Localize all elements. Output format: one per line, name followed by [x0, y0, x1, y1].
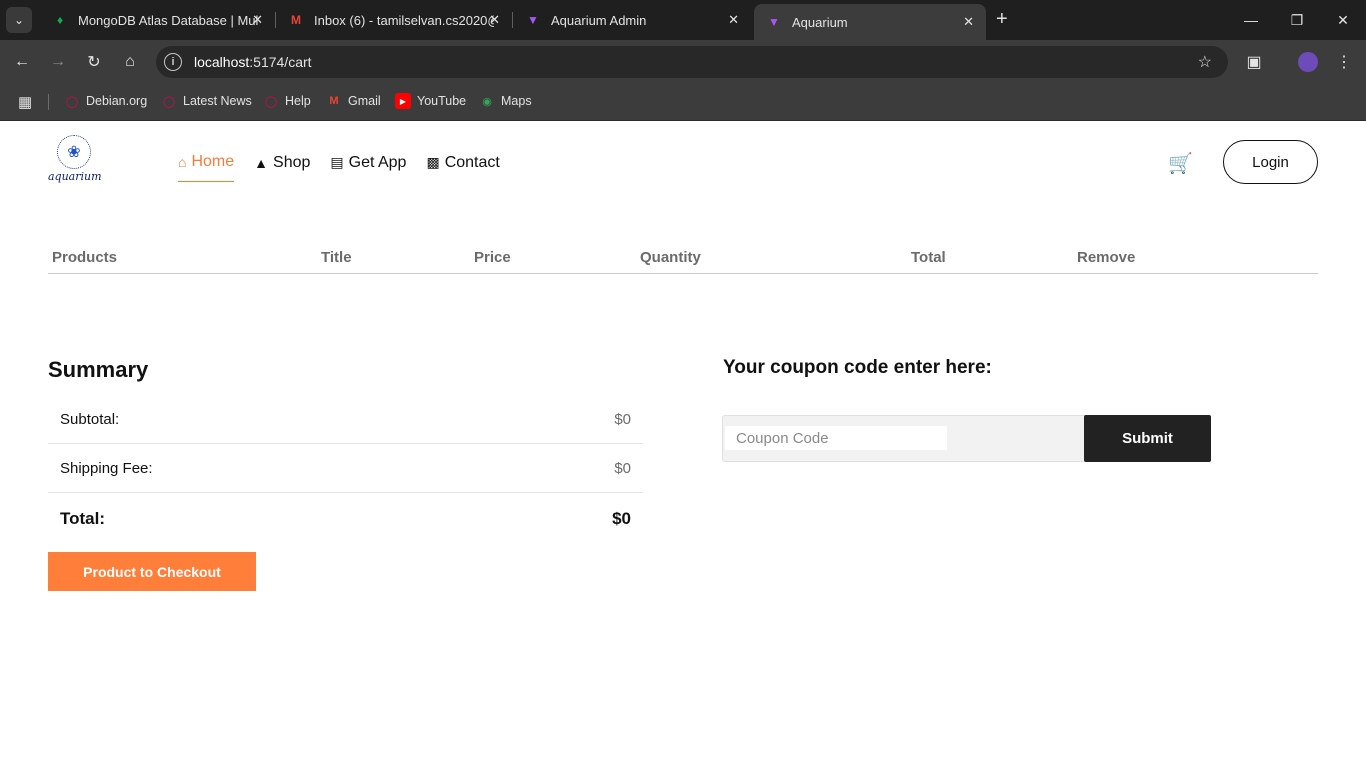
debian-icon: ◯ [65, 95, 79, 108]
nav-label: Home [191, 153, 235, 170]
contact-icon: ▩ [426, 154, 440, 170]
new-tab-plus-icon[interactable]: + [996, 8, 1008, 31]
back-arrow-icon[interactable]: ← [10, 50, 34, 74]
bookmark-star-icon[interactable]: ☆ [1198, 52, 1212, 72]
nav-home[interactable]: ⌂ Home [178, 153, 235, 182]
url-host: localhost [194, 54, 250, 70]
youtube-icon: ▶ [395, 93, 411, 109]
bookmark-label: Maps [501, 94, 532, 108]
url-path: :5174/cart [249, 54, 312, 70]
menu-kebab-icon[interactable]: ⋮ [1332, 50, 1356, 74]
window-controls: — ❐ ✕ [1228, 0, 1366, 40]
bookmark-label: Gmail [348, 94, 381, 108]
bookmark-label: Latest News [183, 94, 252, 108]
browser-toolbar: ← → ↻ ⌂ i localhost:5174/cart ☆ ▣ ⋮ [0, 40, 1366, 84]
checkout-button[interactable]: Product to Checkout [48, 552, 256, 591]
summary-title: Summary [48, 357, 149, 382]
column-price: Price [474, 249, 511, 266]
nav-get-app[interactable]: ▤ Get App [330, 153, 406, 182]
vite-icon: ▼ [527, 13, 539, 27]
minimize-icon[interactable]: — [1228, 0, 1274, 40]
bookmark-label: Debian.org [86, 94, 148, 108]
apps-grid-icon[interactable]: ▦ [18, 93, 32, 111]
extensions-puzzle-icon[interactable]: ▣ [1242, 50, 1266, 74]
login-button[interactable]: Login [1223, 140, 1318, 184]
bookmark-latest-news[interactable]: ◯ Latest News [161, 93, 252, 109]
bookmarks-divider [48, 94, 49, 110]
profile-avatar-icon[interactable] [1296, 50, 1320, 74]
tab-search-chevron-icon[interactable]: ⌄ [6, 7, 32, 33]
tab-mongodb[interactable]: ♦ MongoDB Atlas Database | Mul ✕ [40, 0, 275, 40]
restore-icon[interactable]: ❐ [1274, 0, 1320, 40]
subtotal-label: Subtotal: [60, 411, 120, 428]
address-bar[interactable]: i localhost:5174/cart ☆ [156, 46, 1228, 78]
close-window-icon[interactable]: ✕ [1320, 0, 1366, 40]
nav-shop[interactable]: ▲ Shop [254, 153, 310, 182]
bookmark-maps[interactable]: ◉ Maps [479, 93, 532, 109]
main-nav: ⌂ Home ▲ Shop ▤ Get App ▩ Contact [178, 153, 520, 182]
coupon-field-container [722, 415, 1086, 462]
tab-title: Aquarium [792, 14, 848, 30]
bookmark-gmail[interactable]: M Gmail [326, 93, 381, 109]
subtotal-value: $0 [614, 411, 631, 428]
close-icon[interactable]: ✕ [963, 14, 974, 30]
browser-tab-bar: ⌄ ♦ MongoDB Atlas Database | Mul ✕ M Inb… [0, 0, 1366, 40]
fish-icon: ❀ [57, 135, 91, 169]
nav-label: Shop [273, 153, 311, 171]
logo-text: aquarium [48, 170, 102, 183]
column-total: Total [911, 249, 946, 266]
tab-title: Inbox (6) - tamilselvan.cs2020@ [314, 12, 494, 28]
gmail-icon: M [291, 13, 301, 27]
column-title: Title [321, 249, 352, 266]
home-icon[interactable]: ⌂ [118, 50, 142, 74]
total-label: Total: [60, 509, 106, 528]
home-icon: ⌂ [178, 154, 187, 170]
shapes-icon: ▲ [254, 154, 269, 171]
bookmarks-bar: ▦ ◯ Debian.org ◯ Latest News ◯ Help M Gm… [0, 84, 1366, 121]
close-icon[interactable]: ✕ [728, 12, 739, 28]
cart-page: ❀ aquarium ⌂ Home ▲ Shop ▤ Get App ▩ Con… [0, 121, 1366, 768]
nav-label: Get App [348, 153, 407, 171]
reload-icon[interactable]: ↻ [82, 50, 106, 74]
column-remove: Remove [1077, 249, 1136, 266]
nav-label: Contact [444, 153, 500, 171]
cart-table-header: Products Title Price Quantity Total Remo… [48, 247, 1318, 274]
shipping-value: $0 [614, 460, 631, 477]
gmail-icon: M [329, 95, 339, 107]
tab-aquarium[interactable]: ▼ Aquarium ✕ [754, 4, 986, 40]
bookmark-youtube[interactable]: ▶ YouTube [395, 93, 466, 109]
maps-icon: ◉ [482, 95, 492, 108]
site-info-icon[interactable]: i [164, 53, 182, 71]
tab-title: MongoDB Atlas Database | Mul [78, 12, 258, 28]
close-icon[interactable]: ✕ [489, 12, 500, 28]
debian-icon: ◯ [264, 95, 278, 108]
total-row: Total: $0 [48, 493, 643, 542]
vite-icon: ▼ [768, 15, 780, 29]
cart-basket-icon[interactable]: 🛒 [1168, 151, 1193, 176]
coupon-title: Your coupon code enter here: [723, 357, 992, 378]
url-text: localhost:5174/cart [194, 54, 312, 70]
coupon-code-input[interactable] [725, 426, 947, 450]
close-icon[interactable]: ✕ [252, 12, 263, 28]
shipping-label: Shipping Fee: [60, 460, 153, 477]
column-quantity: Quantity [640, 249, 701, 266]
bookmark-label: YouTube [417, 94, 467, 108]
column-products: Products [52, 249, 118, 266]
shipping-row: Shipping Fee: $0 [48, 444, 643, 493]
coupon-submit-button[interactable]: Submit [1084, 415, 1211, 462]
bookmark-debian[interactable]: ◯ Debian.org [64, 93, 147, 109]
total-value: $0 [612, 509, 631, 528]
bookmark-help[interactable]: ◯ Help [263, 93, 311, 109]
subtotal-row: Subtotal: $0 [48, 395, 643, 444]
mongodb-leaf-icon: ♦ [56, 13, 64, 27]
tab-aquarium-admin[interactable]: ▼ Aquarium Admin ✕ [513, 0, 751, 40]
tab-gmail[interactable]: M Inbox (6) - tamilselvan.cs2020@ ✕ [276, 0, 512, 40]
bookmark-label: Help [285, 94, 311, 108]
tab-title: Aquarium Admin [551, 12, 647, 28]
forward-arrow-icon[interactable]: → [46, 50, 70, 74]
site-logo[interactable]: ❀ aquarium [48, 135, 102, 183]
app-icon: ▤ [330, 154, 344, 170]
debian-icon: ◯ [162, 95, 176, 108]
nav-contact[interactable]: ▩ Contact [426, 153, 499, 182]
